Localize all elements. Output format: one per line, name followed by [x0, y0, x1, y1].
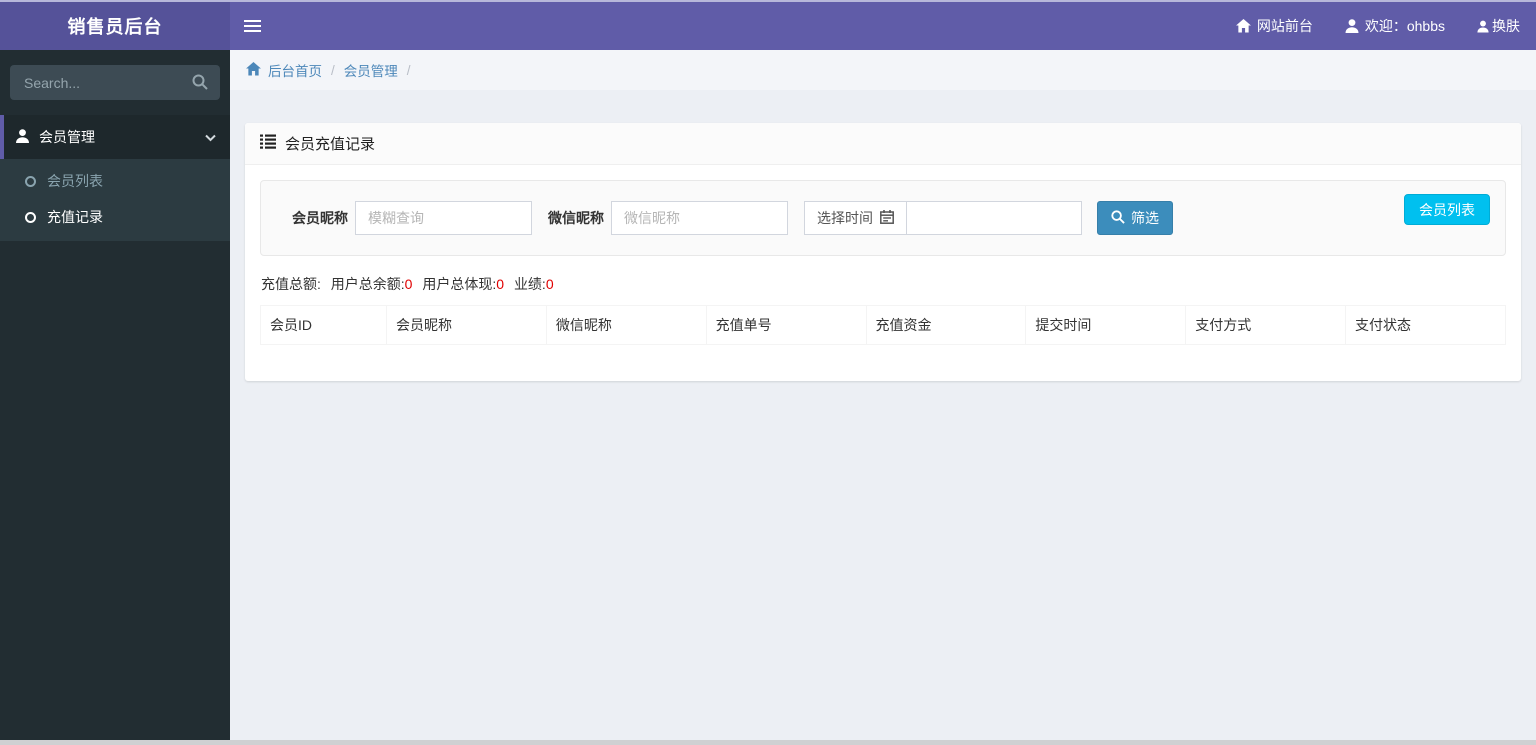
sidebar-item-member-list[interactable]: 会员列表: [0, 163, 230, 199]
nav-skin-link[interactable]: 换肤: [1461, 2, 1520, 50]
sidebar-menu: 会员管理 会员列表 充值记录: [0, 115, 230, 241]
panel-title: 会员充值记录: [285, 136, 376, 153]
topbar-nav: 网站前台 欢迎：ohbbs 换肤: [1220, 2, 1536, 50]
app-logo[interactable]: 销售员后台: [0, 2, 230, 50]
column-header-pay-status: 支付状态: [1345, 305, 1506, 345]
circle-icon: [25, 211, 36, 223]
time-picker-addon[interactable]: 选择时间: [804, 201, 907, 235]
sidebar-search: [10, 65, 220, 100]
sidebar: 会员管理 会员列表 充值记录: [0, 50, 230, 745]
search-icon[interactable]: [192, 74, 208, 93]
column-header-amount: 充值资金: [865, 305, 1027, 345]
filter-button[interactable]: 筛选: [1097, 201, 1173, 235]
performance-value: 0: [545, 276, 554, 292]
horizontal-scrollbar[interactable]: [0, 740, 1536, 745]
sidebar-item-member-management[interactable]: 会员管理: [0, 115, 230, 159]
user-icon: [1345, 19, 1359, 33]
home-icon: [1235, 19, 1251, 33]
breadcrumb-member-management-link[interactable]: 会员管理: [344, 60, 398, 80]
topbar: 销售员后台 网站前台 欢迎：ohbbs 换肤: [0, 0, 1536, 50]
column-header-member-id: 会员ID: [260, 305, 387, 345]
column-header-pay-method: 支付方式: [1185, 305, 1347, 345]
list-icon: [260, 134, 276, 153]
filter-form: 会员昵称 微信昵称 选择时间: [260, 180, 1506, 256]
nav-welcome-user[interactable]: 欢迎：ohbbs: [1329, 2, 1461, 50]
recharge-records-panel: 会员充值记录 会员昵称 微信昵称 选择时间: [245, 123, 1521, 381]
user-balance-value: 0: [404, 276, 413, 292]
sidebar-submenu: 会员列表 充值记录: [0, 159, 230, 241]
chevron-down-icon: [205, 129, 216, 145]
user-withdraw-value: 0: [496, 276, 505, 292]
panel-header: 会员充值记录: [245, 123, 1521, 165]
member-list-button[interactable]: 会员列表: [1404, 194, 1490, 225]
user-balance-label: 用户总余额:: [330, 276, 405, 292]
time-picker-group: 选择时间: [804, 201, 1082, 235]
sidebar-item-recharge-records[interactable]: 充值记录: [0, 199, 230, 235]
breadcrumb: 后台首页 / 会员管理 /: [230, 50, 1536, 90]
recharge-records-table: 会员ID 会员昵称 微信昵称 充值单号 充值资金 提交时间 支付方式 支付状态: [260, 305, 1506, 345]
time-range-input[interactable]: [906, 201, 1082, 235]
member-nickname-label: 会员昵称: [292, 210, 348, 226]
breadcrumb-separator: /: [331, 62, 335, 78]
content-area: 后台首页 / 会员管理 / 会员充值记录 会员昵称 模糊查询 微信昵称 微信昵称…: [230, 0, 1536, 745]
nav-site-front-link[interactable]: 网站前台: [1220, 2, 1329, 50]
column-header-wechat-nickname: 微信昵称: [545, 305, 707, 345]
circle-icon: [25, 175, 36, 187]
wechat-nickname-input[interactable]: [611, 201, 788, 235]
column-header-member-nickname: 会员昵称: [385, 305, 547, 345]
search-input[interactable]: [10, 65, 220, 100]
column-header-submit-time: 提交时间: [1025, 305, 1187, 345]
breadcrumb-home-link[interactable]: 后台首页: [246, 60, 322, 80]
performance-label: 业绩:: [513, 276, 546, 292]
wechat-nickname-label: 微信昵称: [548, 210, 604, 226]
search-icon: [1111, 209, 1125, 227]
member-nickname-input[interactable]: [355, 201, 532, 235]
skin-user-icon: [1477, 20, 1489, 33]
home-icon: [246, 61, 261, 79]
menu-icon: [244, 20, 261, 22]
recharge-total-label: 充值总额:: [261, 276, 321, 292]
user-icon: [15, 128, 30, 146]
panel-body: 会员昵称 微信昵称 选择时间: [245, 165, 1521, 381]
calendar-icon: [880, 209, 894, 227]
table-header-row: 会员ID 会员昵称 微信昵称 充值单号 充值资金 提交时间 支付方式 支付状态: [260, 305, 1506, 345]
sidebar-toggle-button[interactable]: [230, 2, 275, 50]
column-header-order-no: 充值单号: [705, 305, 867, 345]
summary-row: 充值总额: 用户总余额:0 用户总体现:0 业绩:0: [261, 274, 1506, 294]
user-withdraw-label: 用户总体现:: [422, 276, 497, 292]
breadcrumb-separator: /: [406, 62, 411, 78]
